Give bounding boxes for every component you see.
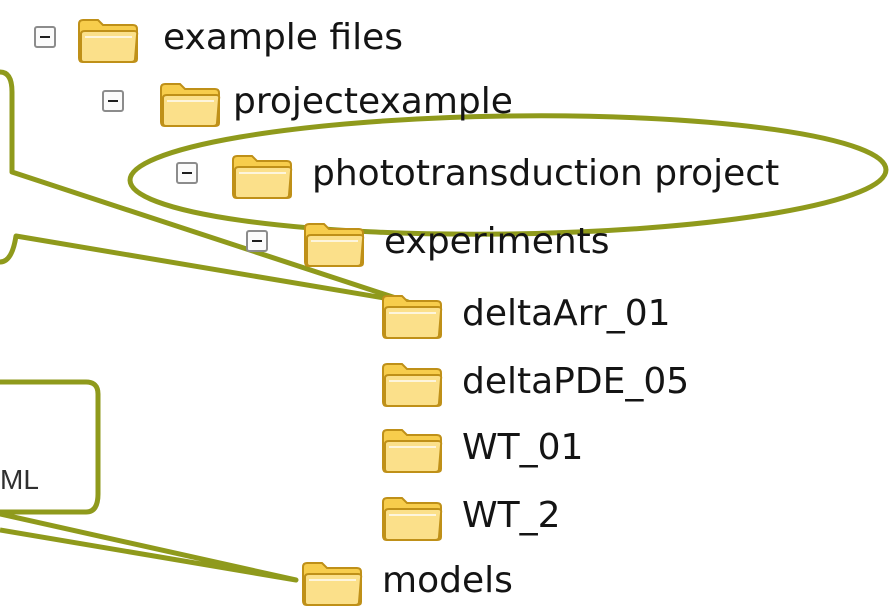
tree-item-label: deltaArr_01 xyxy=(462,293,671,334)
collapse-toggle-icon[interactable] xyxy=(246,230,268,252)
tree-item-label: experiments xyxy=(384,221,610,262)
folder-icon xyxy=(300,559,364,607)
tree-item-label: phototransduction project xyxy=(312,153,780,194)
tree-item-label: WT_2 xyxy=(462,495,561,536)
tree-item-label: deltaPDE_05 xyxy=(462,361,690,402)
folder-icon xyxy=(230,152,294,200)
folder-icon xyxy=(302,220,366,268)
tree-item-label: models xyxy=(382,560,513,601)
collapse-toggle-icon[interactable] xyxy=(34,26,56,48)
folder-icon xyxy=(380,292,444,340)
tree-item-label: projectexample xyxy=(233,81,513,122)
tree-item-label: WT_01 xyxy=(462,427,584,468)
folder-icon xyxy=(380,360,444,408)
callout-leader-bottom xyxy=(0,379,299,583)
callout-text: ML xyxy=(0,464,39,495)
folder-icon xyxy=(380,494,444,542)
folder-icon xyxy=(76,16,140,64)
collapse-toggle-icon[interactable] xyxy=(102,90,124,112)
tree-item-label: example files xyxy=(163,17,403,58)
collapse-toggle-icon[interactable] xyxy=(176,162,198,184)
folder-icon xyxy=(380,426,444,474)
folder-icon xyxy=(158,80,222,128)
